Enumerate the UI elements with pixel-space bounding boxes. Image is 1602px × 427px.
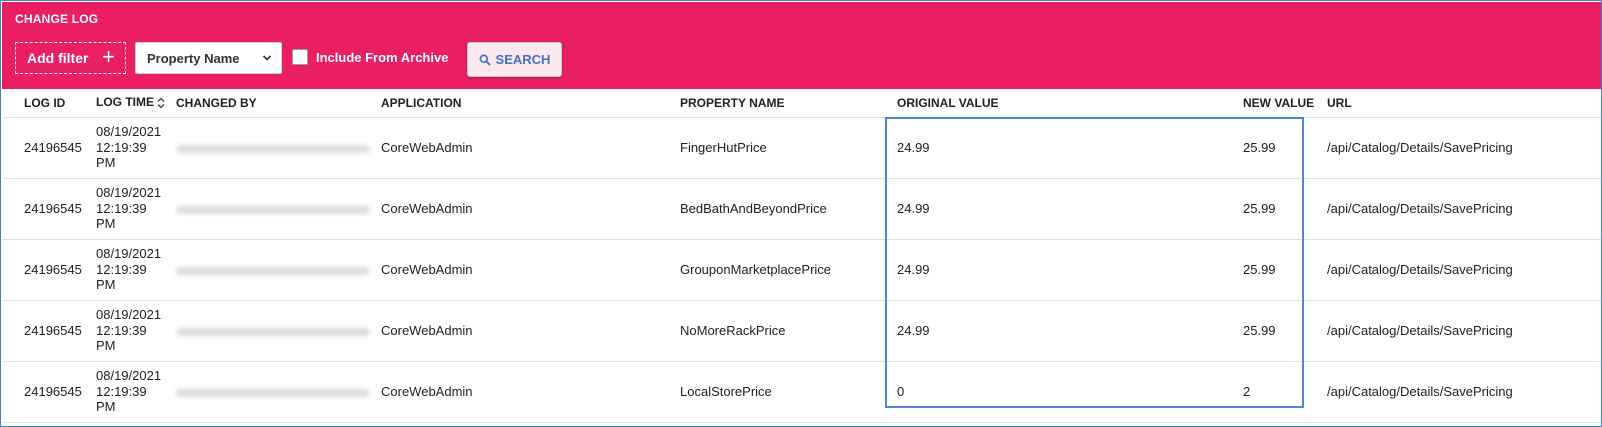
column-header-original-value[interactable]: ORIGINAL VALUE bbox=[897, 89, 1243, 118]
cell-new-value: 25.99 bbox=[1243, 117, 1327, 179]
cell-application: CoreWebAdmin bbox=[381, 300, 680, 362]
cell-property-name: LocalStorePrice bbox=[680, 361, 897, 423]
column-header-application[interactable]: APPLICATION bbox=[381, 89, 680, 118]
cell-property-name: GrouponMarketplacePrice bbox=[680, 239, 897, 301]
cell-application: CoreWebAdmin bbox=[381, 239, 680, 301]
cell-property-name: FingerHutPrice bbox=[680, 117, 897, 179]
change-log-table: LOG ID LOG TIME CHANGED BY APPLICATION P… bbox=[2, 89, 1601, 423]
cell-log-time: 08/19/2021 12:19:39 PM bbox=[93, 117, 176, 179]
column-header-log-time[interactable]: LOG TIME bbox=[93, 89, 176, 118]
log-date: 08/19/2021 bbox=[96, 124, 162, 140]
cell-log-time: 08/19/2021 12:19:39 PM bbox=[93, 239, 176, 301]
cell-changed-by bbox=[176, 117, 381, 179]
include-archive-checkbox[interactable] bbox=[292, 49, 308, 65]
page-title: CHANGE LOG bbox=[15, 12, 99, 26]
cell-property-name: NoMoreRackPrice bbox=[680, 300, 897, 362]
sort-icon[interactable] bbox=[157, 97, 165, 109]
log-ampm: PM bbox=[96, 277, 116, 293]
add-filter-label: Add filter bbox=[27, 50, 89, 66]
log-date: 08/19/2021 bbox=[96, 307, 162, 323]
cell-application: CoreWebAdmin bbox=[381, 178, 680, 240]
redacted-email bbox=[176, 205, 370, 214]
table-row[interactable]: 24196545 08/19/2021 12:19:39 PM CoreWebAdm… bbox=[2, 178, 1601, 240]
cell-original-value: 0 bbox=[897, 361, 1243, 423]
redacted-email bbox=[176, 388, 370, 397]
log-clock: 12:19:39 bbox=[96, 261, 147, 277]
column-header-new-value[interactable]: NEW VALUE bbox=[1243, 89, 1327, 118]
cell-url: /api/Catalog/Details/SavePricing bbox=[1327, 361, 1601, 423]
log-clock: 12:19:39 bbox=[96, 383, 147, 399]
add-filter-button[interactable]: Add filter + bbox=[15, 42, 126, 74]
cell-original-value: 24.99 bbox=[897, 178, 1243, 240]
change-log-header: CHANGE LOG Add filter + Property Name In… bbox=[2, 2, 1601, 89]
table-header-row: LOG ID LOG TIME CHANGED BY APPLICATION P… bbox=[2, 89, 1601, 118]
cell-log-time: 08/19/2021 12:19:39 PM bbox=[93, 178, 176, 240]
cell-new-value: 25.99 bbox=[1243, 300, 1327, 362]
property-select-value: Property Name bbox=[147, 50, 240, 66]
log-clock: 12:19:39 bbox=[96, 322, 147, 338]
cell-new-value: 25.99 bbox=[1243, 178, 1327, 240]
cell-log-id: 24196545 bbox=[2, 239, 93, 301]
table-row[interactable]: 24196545 08/19/2021 12:19:39 PM CoreWebAdm… bbox=[2, 117, 1601, 179]
change-log-window: CHANGE LOG Add filter + Property Name In… bbox=[0, 0, 1602, 427]
cell-url: /api/Catalog/Details/SavePricing bbox=[1327, 300, 1601, 362]
log-ampm: PM bbox=[96, 338, 116, 354]
cell-property-name: BedBathAndBeyondPrice bbox=[680, 178, 897, 240]
cell-application: CoreWebAdmin bbox=[381, 117, 680, 179]
log-date: 08/19/2021 bbox=[96, 185, 162, 201]
include-archive-label: Include From Archive bbox=[316, 49, 449, 65]
cell-changed-by bbox=[176, 239, 381, 301]
cell-url: /api/Catalog/Details/SavePricing bbox=[1327, 239, 1601, 301]
table-row[interactable]: 24196545 08/19/2021 12:19:39 PM CoreWebAdm… bbox=[2, 300, 1601, 362]
cell-new-value: 25.99 bbox=[1243, 239, 1327, 301]
cell-url: /api/Catalog/Details/SavePricing bbox=[1327, 178, 1601, 240]
cell-log-id: 24196545 bbox=[2, 178, 93, 240]
cell-log-time: 08/19/2021 12:19:39 PM bbox=[93, 361, 176, 423]
log-ampm: PM bbox=[96, 155, 116, 171]
log-clock: 12:19:39 bbox=[96, 139, 147, 155]
plus-icon: + bbox=[102, 44, 115, 69]
chevron-down-icon bbox=[262, 55, 272, 61]
cell-url: /api/Catalog/Details/SavePricing bbox=[1327, 117, 1601, 179]
log-ampm: PM bbox=[96, 399, 116, 415]
include-archive-toggle[interactable]: Include From Archive bbox=[292, 49, 448, 65]
search-button[interactable]: SEARCH bbox=[467, 42, 562, 77]
redacted-email bbox=[176, 266, 370, 275]
cell-changed-by bbox=[176, 361, 381, 423]
cell-new-value: 2 bbox=[1243, 361, 1327, 423]
log-ampm: PM bbox=[96, 216, 116, 232]
column-header-log-time-label: LOG TIME bbox=[96, 95, 154, 109]
log-date: 08/19/2021 bbox=[96, 246, 162, 262]
log-clock: 12:19:39 bbox=[96, 200, 147, 216]
search-icon bbox=[479, 54, 491, 66]
cell-log-id: 24196545 bbox=[2, 117, 93, 179]
cell-log-id: 24196545 bbox=[2, 361, 93, 423]
cell-changed-by bbox=[176, 178, 381, 240]
log-date: 08/19/2021 bbox=[96, 368, 162, 384]
redacted-email bbox=[176, 327, 370, 336]
column-header-changed-by[interactable]: CHANGED BY bbox=[176, 89, 381, 118]
cell-original-value: 24.99 bbox=[897, 300, 1243, 362]
cell-changed-by bbox=[176, 300, 381, 362]
search-label: SEARCH bbox=[495, 52, 551, 67]
column-header-property-name[interactable]: PROPERTY NAME bbox=[680, 89, 897, 118]
cell-application: CoreWebAdmin bbox=[381, 361, 680, 423]
column-header-url[interactable]: URL bbox=[1327, 89, 1601, 118]
cell-log-id: 24196545 bbox=[2, 300, 93, 362]
table-row[interactable]: 24196545 08/19/2021 12:19:39 PM CoreWebAdm… bbox=[2, 239, 1601, 301]
property-name-select[interactable]: Property Name bbox=[135, 42, 282, 74]
column-header-log-id[interactable]: LOG ID bbox=[2, 89, 93, 118]
cell-original-value: 24.99 bbox=[897, 117, 1243, 179]
redacted-email bbox=[176, 144, 370, 153]
cell-log-time: 08/19/2021 12:19:39 PM bbox=[93, 300, 176, 362]
table-row[interactable]: 24196545 08/19/2021 12:19:39 PM CoreWebAdm… bbox=[2, 361, 1601, 423]
cell-original-value: 24.99 bbox=[897, 239, 1243, 301]
